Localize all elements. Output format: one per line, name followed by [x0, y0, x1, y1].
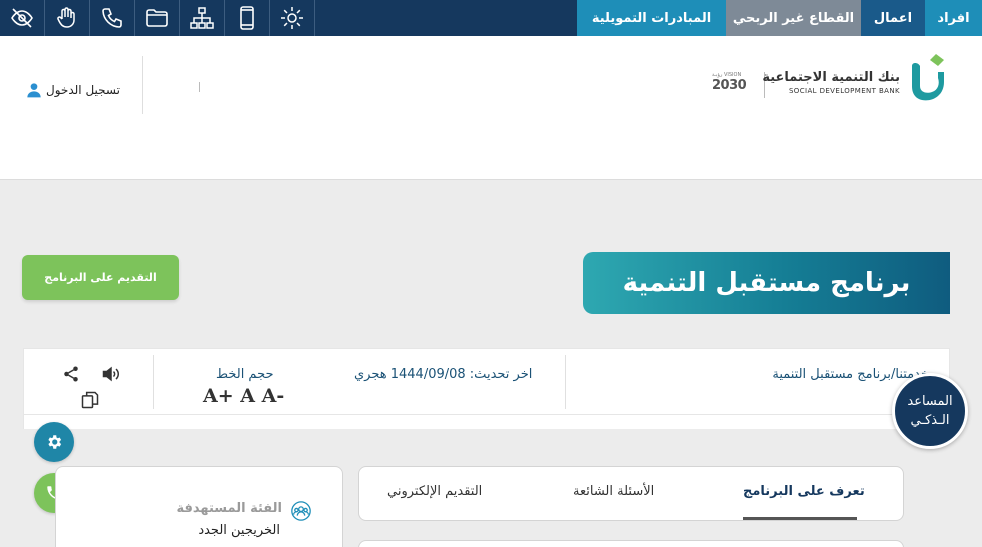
assistant-label-1: المساعد — [907, 394, 953, 409]
speaker-icon[interactable] — [101, 364, 121, 384]
users-group-icon — [291, 501, 311, 521]
audience-tabs: افراد اعمال القطاع غير الربحي المبادرات الت… — [577, 0, 982, 36]
breadcrumb[interactable]: خدمتنا/برنامج مستقبل التنمية — [772, 367, 929, 382]
page-title: برنامج مستقبل التنمية — [583, 252, 950, 314]
audience-tab-0[interactable]: افراد — [925, 0, 982, 36]
last-update: اخر تحديث: 1444/09/08 هجري — [354, 367, 533, 382]
sitemap-icon[interactable] — [180, 0, 225, 36]
bank-name-en: SOCIAL DEVELOPMENT BANK — [788, 87, 900, 95]
mobile-icon[interactable] — [225, 0, 270, 36]
tab-faq[interactable]: الأسئلة الشائعة — [573, 484, 654, 499]
active-tab-indicator — [743, 517, 857, 520]
audience-tab-3[interactable]: المبادرات التمويلية — [577, 0, 726, 36]
page-info-bar: خدمتنا/برنامج مستقبل التنمية اخر تحديث: … — [23, 348, 950, 415]
settings-gear-icon[interactable] — [270, 0, 315, 36]
bank-logo-icon[interactable] — [906, 52, 946, 104]
assistant-label-2: الـذكـي — [910, 413, 950, 428]
login-button[interactable]: تسجيل الدخول — [26, 82, 120, 98]
font-size-controls[interactable]: A+ A A- — [203, 385, 284, 407]
tab-content-card — [358, 540, 904, 547]
copy-icon[interactable] — [80, 390, 100, 410]
header-divider — [142, 56, 143, 114]
user-icon — [27, 83, 41, 98]
gear-icon — [48, 435, 62, 449]
program-tabs: تعرف على البرنامج الأسئلة الشائعة التقدي… — [358, 466, 904, 521]
target-group-title: الفئة المستهدفة — [176, 501, 283, 516]
target-group-card: الفئة المستهدفة الخريجين الجدد — [55, 466, 343, 547]
top-bar: افراد اعمال القطاع غير الربحي المبادرات الت… — [0, 0, 982, 36]
sign-language-icon[interactable] — [45, 0, 90, 36]
tab-about-program[interactable]: تعرف على البرنامج — [743, 484, 865, 499]
info-bar-bottom — [23, 415, 950, 429]
font-size-label: حجم الخط — [216, 367, 274, 382]
site-header: تسجيل الدخول رؤيـة VISION 2030 بنك التنم… — [0, 36, 982, 180]
info-divider — [153, 355, 154, 409]
audience-tab-2[interactable]: القطاع غير الربحي — [726, 0, 861, 36]
floating-settings-button[interactable] — [34, 422, 74, 462]
info-divider — [565, 355, 566, 409]
target-group-value: الخريجين الجدد — [198, 523, 280, 538]
smart-assistant-button[interactable]: المساعد الـذكـي — [892, 373, 968, 449]
accessibility-toolbar — [0, 0, 315, 36]
login-label: تسجيل الدخول — [46, 83, 120, 97]
apply-program-button[interactable]: التقديم على البرنامج — [22, 255, 179, 300]
folder-icon[interactable] — [135, 0, 180, 36]
accessibility-icon[interactable] — [0, 0, 45, 36]
vision-2030-logo: رؤيـة VISION 2030 — [712, 72, 747, 93]
audience-tab-1[interactable]: اعمال — [861, 0, 925, 36]
phone-icon[interactable] — [90, 0, 135, 36]
tab-online-application[interactable]: التقديم الإلكتروني — [387, 484, 482, 499]
header-divider — [199, 82, 200, 92]
bank-name-ar: بنك التنمية الاجتماعية — [762, 70, 900, 85]
share-icon[interactable] — [62, 365, 80, 383]
